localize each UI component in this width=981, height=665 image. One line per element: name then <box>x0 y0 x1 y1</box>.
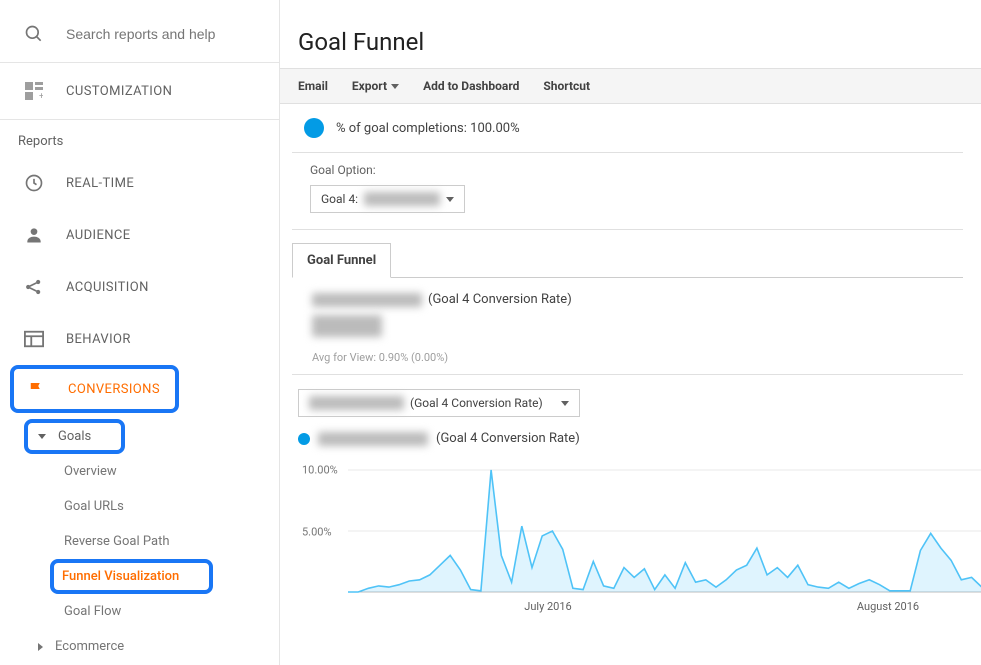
sub-goal-flow[interactable]: Goal Flow <box>0 594 279 629</box>
redacted-text <box>318 432 428 446</box>
goal-option-section: Goal Option: Goal 4: <box>292 153 963 230</box>
tab-goal-funnel[interactable]: Goal Funnel <box>292 243 391 278</box>
legend-suffix: (Goal 4 Conversion Rate) <box>436 431 580 446</box>
reports-header: Reports <box>0 120 279 157</box>
search-row[interactable] <box>0 0 279 62</box>
goals-sublist: Overview Goal URLs Reverse Goal Path Fun… <box>0 454 279 629</box>
person-icon <box>24 225 44 245</box>
search-input[interactable] <box>66 26 261 42</box>
chart-metric-dropdown[interactable]: (Goal 4 Conversion Rate) <box>298 389 580 417</box>
metric-section: (Goal 4 Conversion Rate) Avg for View: 0… <box>292 278 963 375</box>
nav-goals-label: Goals <box>58 429 91 444</box>
nav-realtime-label: REAL-TIME <box>66 176 134 191</box>
goal-option-label: Goal Option: <box>310 163 945 177</box>
nav-acquisition[interactable]: ACQUISITION <box>0 261 279 313</box>
x-tick-0: July 2016 <box>524 600 571 613</box>
sub-funnel-visualization-label: Funnel Visualization <box>62 569 179 584</box>
search-icon <box>24 24 44 44</box>
chevron-down-icon <box>391 84 399 89</box>
flag-icon <box>26 379 46 399</box>
completion-row: % of goal completions: 100.00% <box>292 104 963 153</box>
nav-conversions-label: CONVERSIONS <box>68 382 160 397</box>
toolbar: Email Export Add to Dashboard Shortcut <box>280 68 981 104</box>
chart-legend: (Goal 4 Conversion Rate) <box>280 425 981 452</box>
toolbar-export-label: Export <box>352 79 387 93</box>
chart: 10.00% 5.00% July 2016 August 2016 Septe… <box>298 452 981 607</box>
nav-audience-label: AUDIENCE <box>66 228 131 243</box>
nav-acquisition-label: ACQUISITION <box>66 280 149 295</box>
goal-dropdown-prefix: Goal 4: <box>321 192 358 206</box>
line-chart-svg <box>348 452 981 597</box>
metric-suffix: (Goal 4 Conversion Rate) <box>428 292 572 307</box>
sub-reverse-goal-path[interactable]: Reverse Goal Path <box>0 524 279 559</box>
completion-text: % of goal completions: 100.00% <box>336 121 520 136</box>
redacted-text <box>364 192 440 206</box>
redacted-metric-value <box>312 315 382 337</box>
avg-text: Avg for View: 0.90% (0.00%) <box>312 351 945 364</box>
redacted-text <box>312 293 422 307</box>
svg-text:+: + <box>39 92 43 100</box>
y-tick-1: 5.00% <box>302 526 332 539</box>
toolbar-shortcut[interactable]: Shortcut <box>543 79 590 93</box>
chevron-right-icon <box>38 643 43 651</box>
x-tick-1: August 2016 <box>857 600 919 613</box>
sub-overview[interactable]: Overview <box>0 454 279 489</box>
clock-icon <box>24 173 44 193</box>
nav-behavior-label: BEHAVIOR <box>66 332 131 347</box>
nav-conversions[interactable]: CONVERSIONS <box>10 365 179 413</box>
metric-title-row: (Goal 4 Conversion Rate) <box>312 292 945 307</box>
page-title: Goal Funnel <box>280 0 981 68</box>
nav-audience[interactable]: AUDIENCE <box>0 209 279 261</box>
chevron-down-icon <box>38 434 46 439</box>
customization-label: CUSTOMIZATION <box>66 84 172 99</box>
share-icon <box>24 277 44 297</box>
nav-realtime[interactable]: REAL-TIME <box>0 157 279 209</box>
behavior-icon <box>24 329 44 349</box>
nav-behavior[interactable]: BEHAVIOR <box>0 313 279 365</box>
chart-selector-row: (Goal 4 Conversion Rate) <box>280 375 981 425</box>
selector-suffix: (Goal 4 Conversion Rate) <box>410 396 543 410</box>
sub-funnel-visualization[interactable]: Funnel Visualization <box>50 559 213 594</box>
nav-ecommerce[interactable]: Ecommerce <box>0 629 279 664</box>
toolbar-export[interactable]: Export <box>352 79 399 93</box>
toolbar-add-dashboard[interactable]: Add to Dashboard <box>423 79 519 93</box>
goal-option-dropdown[interactable]: Goal 4: <box>310 185 465 213</box>
redacted-text <box>309 396 404 410</box>
tabs: Goal Funnel <box>292 242 963 278</box>
sub-goal-urls[interactable]: Goal URLs <box>0 489 279 524</box>
chevron-down-icon <box>561 401 569 406</box>
toolbar-email[interactable]: Email <box>298 79 328 93</box>
main-panel: Goal Funnel Email Export Add to Dashboar… <box>280 0 981 665</box>
dashboard-icon: + <box>24 81 44 101</box>
sidebar: + CUSTOMIZATION Reports REAL-TIME AUDIEN… <box>0 0 280 665</box>
legend-dot <box>298 433 310 445</box>
y-tick-0: 10.00% <box>302 464 338 477</box>
chevron-down-icon <box>446 197 454 202</box>
nav-ecommerce-label: Ecommerce <box>55 639 124 654</box>
nav-goals[interactable]: Goals <box>24 419 125 454</box>
pie-icon <box>304 118 324 138</box>
customization-nav[interactable]: + CUSTOMIZATION <box>0 62 279 120</box>
